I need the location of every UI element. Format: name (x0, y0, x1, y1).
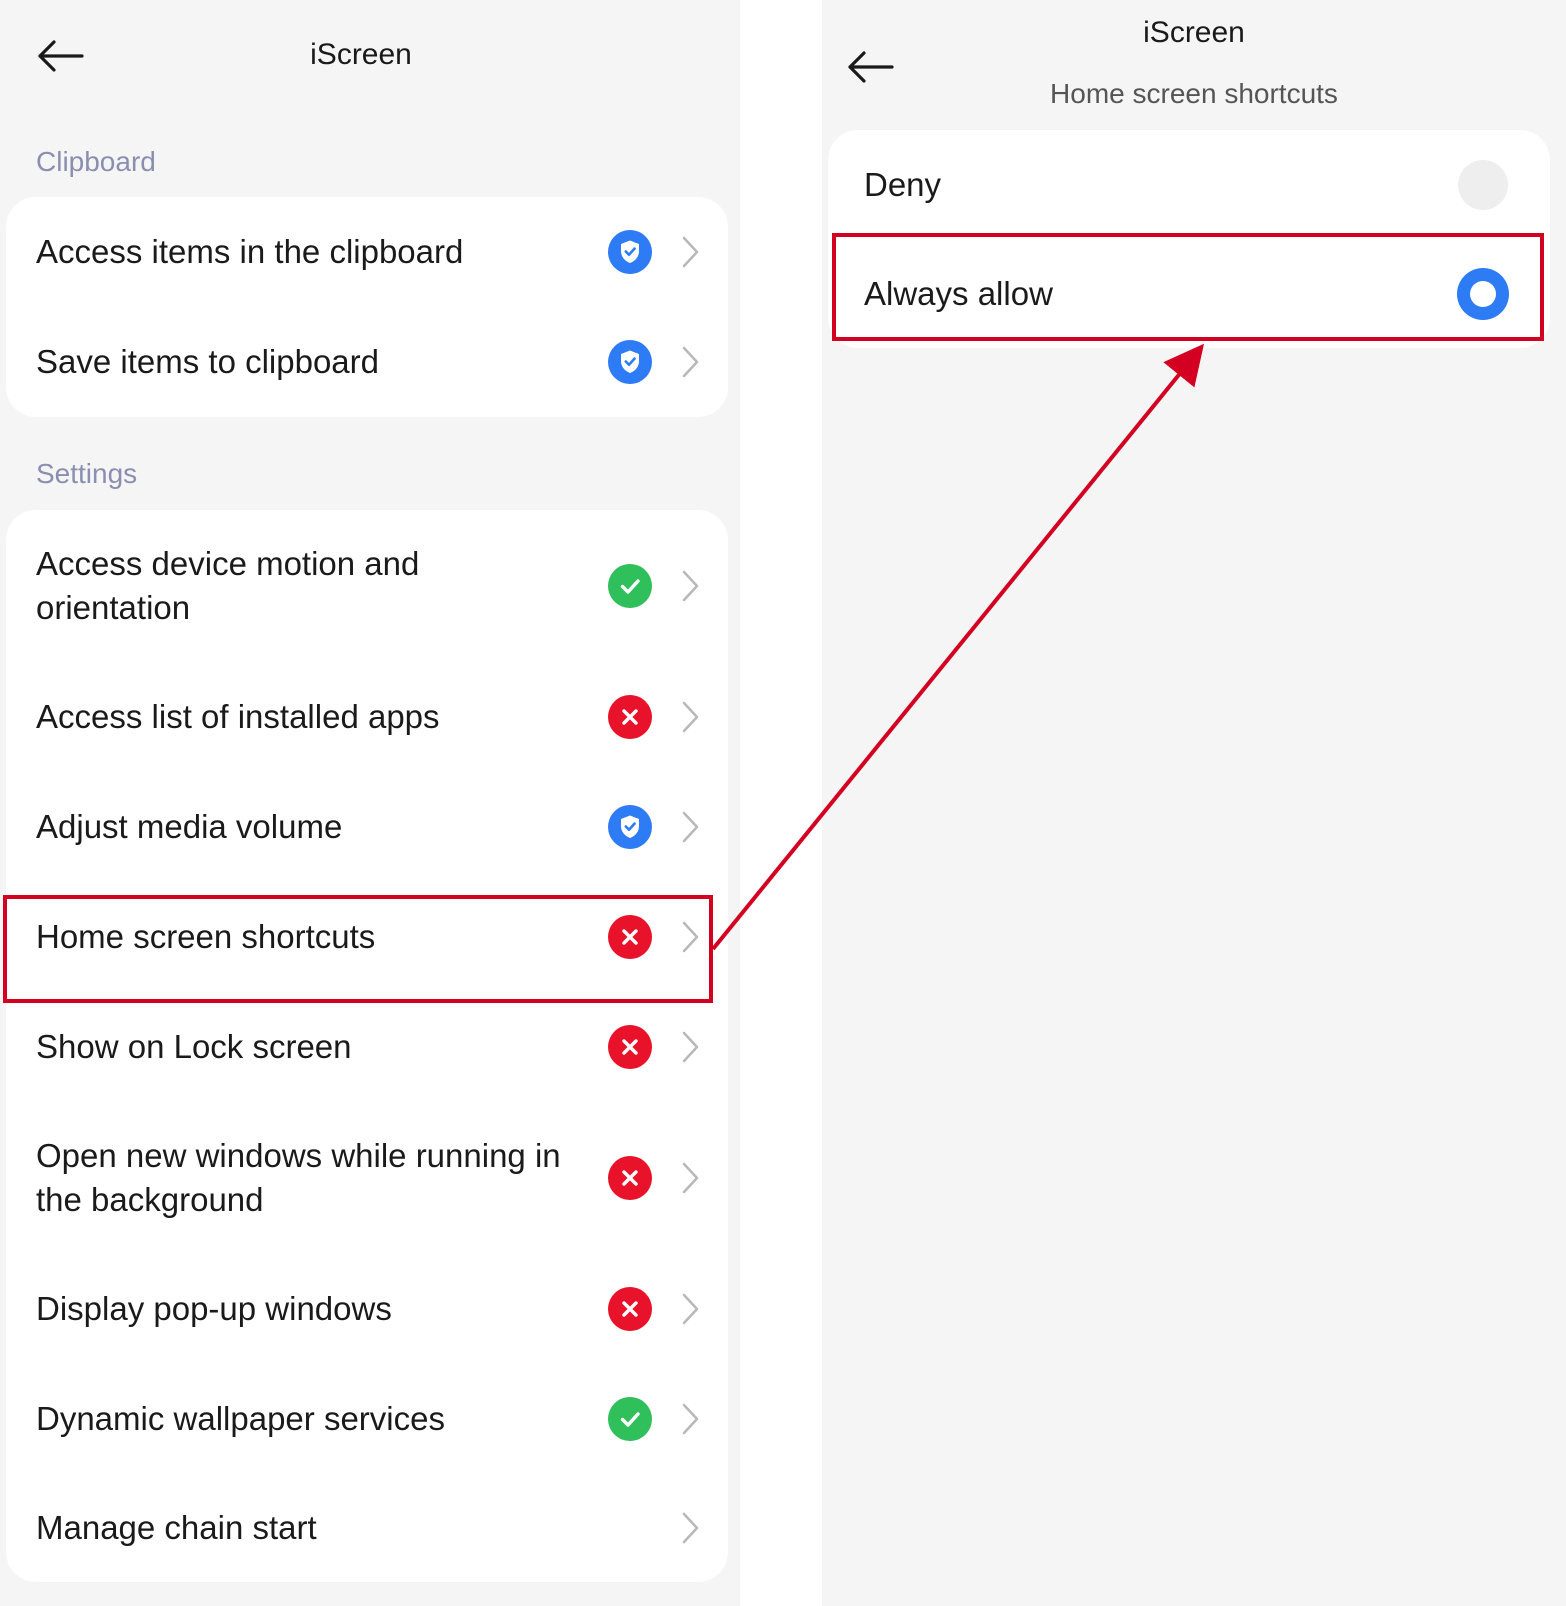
permission-row-media-volume[interactable]: Adjust media volume (6, 772, 728, 882)
shield-check-icon (608, 340, 652, 384)
permission-label: Show on Lock screen (36, 1028, 352, 1065)
permission-label: Dynamic wallpaper services (36, 1400, 445, 1437)
permission-label: Save items to clipboard (36, 343, 380, 380)
chevron-right-icon (682, 701, 699, 733)
permission-row-lock-screen[interactable]: Show on Lock screen (6, 992, 728, 1102)
chevron-right-icon (682, 1293, 699, 1325)
section-label-clipboard: Clipboard (36, 146, 156, 177)
permission-label: Open new windows while running in the ba… (36, 1137, 561, 1218)
chevron-right-icon (682, 811, 699, 843)
permission-row-background-windows[interactable]: Open new windows while running in the ba… (6, 1102, 728, 1254)
x-circle-icon (608, 695, 652, 739)
chevron-right-icon (682, 346, 699, 378)
chevron-right-icon (682, 1403, 699, 1435)
permissions-list-screen: iScreen Clipboard Access items in the cl… (0, 0, 740, 1606)
permission-row-access-clipboard[interactable]: Access items in the clipboard (6, 197, 728, 307)
highlight-box-home-screen-shortcuts (3, 895, 713, 1003)
chevron-right-icon (682, 570, 699, 602)
permission-label: Access list of installed apps (36, 698, 440, 735)
permission-label: Access device motion and orientation (36, 545, 420, 626)
chevron-right-icon (682, 236, 699, 268)
permission-row-installed-apps[interactable]: Access list of installed apps (6, 662, 728, 772)
permission-label: Manage chain start (36, 1509, 317, 1546)
option-deny[interactable]: Deny (828, 130, 1550, 239)
radio-unselected-icon[interactable] (1458, 159, 1508, 210)
page-title: iScreen (1143, 16, 1245, 49)
permission-row-device-motion[interactable]: Access device motion and orientation (6, 510, 728, 662)
option-label: Deny (864, 165, 942, 203)
check-circle-icon (608, 564, 652, 608)
page-title: iScreen (310, 38, 412, 71)
x-circle-icon (608, 1025, 652, 1069)
x-circle-icon (608, 1156, 652, 1200)
highlight-box-always-allow (832, 233, 1544, 341)
permission-label: Access items in the clipboard (36, 233, 464, 270)
permission-detail-screen: iScreen Home screen shortcuts Deny Alway… (822, 0, 1566, 1606)
shield-check-icon (608, 230, 652, 274)
chevron-right-icon (682, 1162, 699, 1194)
chevron-right-icon (682, 1512, 699, 1544)
shield-check-icon (608, 805, 652, 849)
page-subtitle: Home screen shortcuts (1050, 78, 1338, 109)
permission-row-dynamic-wallpaper[interactable]: Dynamic wallpaper services (6, 1364, 728, 1474)
check-circle-icon (608, 1397, 652, 1441)
permission-row-save-clipboard[interactable]: Save items to clipboard (6, 307, 728, 417)
settings-card: Access device motion and orientation Acc… (6, 510, 728, 1582)
permission-label: Adjust media volume (36, 808, 343, 845)
section-label-settings: Settings (36, 458, 138, 489)
permission-row-chain-start[interactable]: Manage chain start (6, 1474, 728, 1582)
permission-row-popup-windows[interactable]: Display pop-up windows (6, 1254, 728, 1364)
chevron-right-icon (682, 1031, 699, 1063)
clipboard-card: Access items in the clipboard Save items… (6, 197, 728, 417)
permission-label: Display pop-up windows (36, 1290, 392, 1327)
x-circle-icon (608, 1287, 652, 1331)
